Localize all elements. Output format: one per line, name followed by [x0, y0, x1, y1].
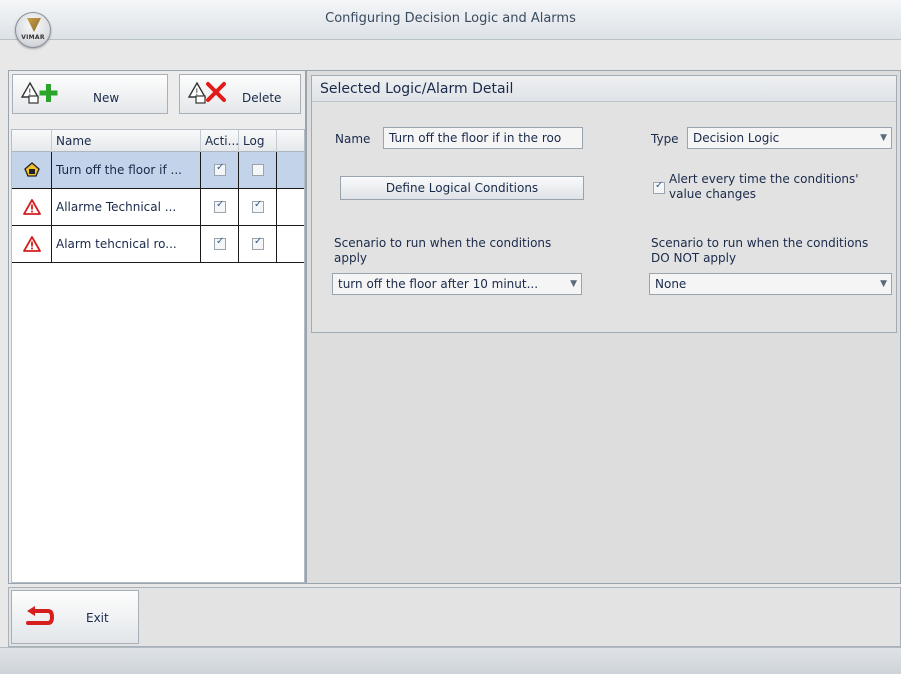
- row-log-cell: [239, 226, 277, 263]
- define-logical-conditions-button[interactable]: Define Logical Conditions: [340, 176, 584, 200]
- type-select-value: Decision Logic: [693, 131, 780, 145]
- log-checkbox[interactable]: [252, 199, 264, 213]
- active-checkbox[interactable]: [214, 162, 226, 176]
- status-bar: [0, 647, 901, 674]
- exit-arrow-icon: [26, 606, 54, 625]
- row-icon-cell: [12, 152, 52, 189]
- scenario-apply-label-line1: Scenario to run when the conditions: [334, 236, 552, 250]
- logic-list-panel: ! New ! Delete Name Acti... Log Turn off…: [8, 70, 306, 584]
- delete-logic-icon: !: [188, 81, 226, 104]
- detail-panel: Selected Logic/Alarm Detail Name Turn of…: [306, 70, 901, 584]
- alert-every-time-checkbox[interactable]: [653, 180, 665, 194]
- new-button[interactable]: ! New: [12, 74, 168, 114]
- vimar-logo-text: VIMAR: [21, 34, 45, 41]
- vimar-logo-mark-icon: [27, 18, 41, 32]
- chevron-down-icon: ▼: [880, 279, 887, 289]
- type-select[interactable]: Decision Logic ▼: [687, 127, 892, 149]
- chevron-down-icon: ▼: [880, 133, 887, 143]
- active-checkbox[interactable]: [214, 236, 226, 250]
- row-name: Turn off the floor if ...: [52, 152, 201, 189]
- delete-button[interactable]: ! Delete: [179, 74, 301, 114]
- new-button-label: New: [93, 91, 120, 105]
- row-icon-cell: [12, 226, 52, 263]
- log-checkbox[interactable]: [252, 236, 264, 250]
- row-log-cell: [239, 189, 277, 226]
- detail-title: Selected Logic/Alarm Detail: [312, 76, 896, 102]
- log-checkbox[interactable]: [252, 164, 264, 176]
- alarm-warning-icon: [23, 199, 41, 215]
- add-logic-icon: !: [21, 81, 58, 104]
- row-active-cell: [201, 152, 239, 189]
- name-field[interactable]: Turn off the floor if in the roo: [383, 127, 583, 149]
- alert-checkbox-label-line2: value changes: [669, 187, 757, 201]
- scenario-apply-select[interactable]: turn off the floor after 10 minut... ▼: [332, 273, 582, 295]
- row-icon-cell: [12, 189, 52, 226]
- grid-header-name[interactable]: Name: [52, 130, 201, 152]
- table-row[interactable]: Allarme Technical ...: [12, 189, 304, 226]
- grid-header-icon-col[interactable]: [12, 130, 52, 152]
- title-bar: Configuring Decision Logic and Alarms: [0, 0, 901, 40]
- alarm-warning-icon: [23, 236, 41, 252]
- active-checkbox[interactable]: [214, 199, 226, 213]
- table-row[interactable]: Alarm tehcnical ro...: [12, 226, 304, 263]
- row-name: Allarme Technical ...: [52, 189, 201, 226]
- type-label: Type: [651, 132, 679, 146]
- footer-bar: Exit: [8, 587, 901, 647]
- scenario-apply-value: turn off the floor after 10 minut...: [338, 277, 539, 291]
- grid-header-log[interactable]: Log: [239, 130, 277, 152]
- chevron-down-icon: ▼: [570, 279, 577, 289]
- grid-header-active[interactable]: Acti...: [201, 130, 239, 152]
- scenario-apply-label-line2: apply: [334, 251, 368, 265]
- alert-checkbox-label-line1: Alert every time the conditions': [669, 172, 859, 186]
- row-active-cell: [201, 189, 239, 226]
- scenario-not-apply-label-line2: DO NOT apply: [651, 251, 737, 265]
- detail-box: Selected Logic/Alarm Detail Name Turn of…: [311, 75, 897, 333]
- exit-button-label: Exit: [86, 611, 109, 625]
- exit-button[interactable]: Exit: [11, 590, 139, 644]
- window-title: Configuring Decision Logic and Alarms: [325, 11, 576, 26]
- row-name: Alarm tehcnical ro...: [52, 226, 201, 263]
- row-active-cell: [201, 226, 239, 263]
- scenario-not-apply-select[interactable]: None ▼: [649, 273, 892, 295]
- grid-header: Name Acti... Log: [12, 130, 304, 152]
- table-row[interactable]: Turn off the floor if ...: [12, 152, 304, 189]
- row-log-cell: [239, 152, 277, 189]
- scenario-not-apply-value: None: [655, 277, 687, 291]
- delete-button-label: Delete: [242, 91, 282, 105]
- vimar-logo[interactable]: VIMAR: [15, 12, 51, 48]
- name-label: Name: [335, 132, 371, 146]
- logic-grid: Name Acti... Log Turn off the floor if .…: [11, 129, 305, 583]
- decision-logic-icon: [24, 162, 40, 177]
- scenario-not-apply-label-line1: Scenario to run when the conditions: [651, 236, 869, 250]
